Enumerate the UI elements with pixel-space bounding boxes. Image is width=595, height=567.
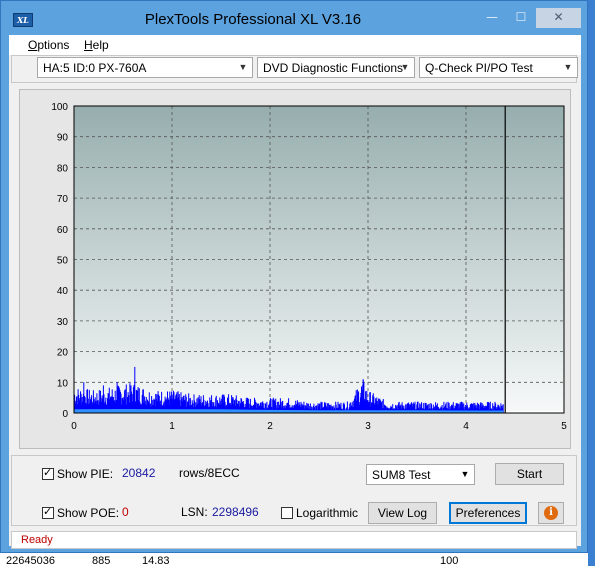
x-tick-label: 1 xyxy=(169,421,175,432)
chevron-down-icon: ▼ xyxy=(563,62,573,72)
show-pie-checkbox[interactable] xyxy=(42,466,54,480)
function-select-value: DVD Diagnostic Functions xyxy=(263,61,404,75)
y-tick-label: 0 xyxy=(62,409,68,420)
controls-panel: Show PIE: 20842 rows/8ECC SUM8 Test ▼ St… xyxy=(11,455,577,526)
status-text: Ready xyxy=(21,534,53,546)
lsn-label: LSN: xyxy=(181,505,208,519)
chevron-down-icon: ▼ xyxy=(238,62,248,72)
menu-options-label: ptions xyxy=(37,38,70,52)
menu-help-label: elp xyxy=(92,38,109,52)
client-area: Options Help HA:5 ID:0 PX-760A ▼ DVD Dia… xyxy=(9,35,581,549)
function-select[interactable]: DVD Diagnostic Functions ▼ xyxy=(257,57,415,78)
drive-select[interactable]: HA:5 ID:0 PX-760A ▼ xyxy=(37,57,253,78)
y-tick-label: 20 xyxy=(57,348,69,359)
background-cell: 100 xyxy=(440,555,459,567)
background-cell: 22645036 xyxy=(6,555,55,567)
info-button[interactable]: i xyxy=(538,502,564,524)
lsn-value: 2298496 xyxy=(212,505,259,519)
sum-test-select-value: SUM8 Test xyxy=(372,468,431,482)
x-tick-label: 5 xyxy=(561,421,567,432)
menu-options[interactable]: Options xyxy=(28,38,69,52)
menu-options-accel: O xyxy=(28,38,38,52)
pie-unit-label: rows/8ECC xyxy=(179,466,240,480)
show-poe-label: Show POE: xyxy=(57,506,120,520)
x-tick-label: 0 xyxy=(71,421,77,432)
test-select[interactable]: Q-Check PI/PO Test ▼ xyxy=(419,57,578,78)
preferences-button[interactable]: Preferences xyxy=(449,502,527,524)
view-log-button[interactable]: View Log xyxy=(368,502,437,524)
drive-select-value: HA:5 ID:0 PX-760A xyxy=(43,61,147,75)
chart-frame: 0 10 20 30 40 50 60 70 80 90 100 0 1 2 3 4 5 xyxy=(19,89,571,449)
y-tick-label: 10 xyxy=(57,378,69,389)
y-tick-label: 70 xyxy=(57,194,69,205)
minimize-button[interactable]: — xyxy=(478,8,506,28)
y-tick-label: 40 xyxy=(57,286,69,297)
start-button[interactable]: Start xyxy=(495,463,564,485)
title-bar[interactable]: XL PlexTools Professional XL V3.16 — ☐ ✕ xyxy=(1,1,587,35)
y-tick-label: 100 xyxy=(51,102,68,113)
x-tick-label: 2 xyxy=(267,421,273,432)
app-window: XL PlexTools Professional XL V3.16 — ☐ ✕… xyxy=(0,0,588,553)
sum-test-select[interactable]: SUM8 Test ▼ xyxy=(366,464,475,485)
close-button[interactable]: ✕ xyxy=(536,8,581,28)
poe-count-value: 0 xyxy=(122,505,129,519)
show-pie-label: Show PIE: xyxy=(57,467,114,481)
background-window-row: 22645036 885 14.83 100 xyxy=(0,553,595,567)
y-tick-label: 80 xyxy=(57,163,69,174)
background-cell: 14.83 xyxy=(142,555,170,567)
status-bar: Ready xyxy=(11,531,577,549)
background-cell: 885 xyxy=(92,555,111,567)
x-tick-label: 3 xyxy=(365,421,371,432)
x-tick-label: 4 xyxy=(463,421,469,432)
logarithmic-checkbox[interactable] xyxy=(281,507,293,519)
y-tick-label: 50 xyxy=(57,256,69,267)
y-tick-label: 90 xyxy=(57,133,69,144)
y-tick-label: 60 xyxy=(57,225,69,236)
maximize-button[interactable]: ☐ xyxy=(507,8,535,28)
pi-po-chart: 0 10 20 30 40 50 60 70 80 90 100 0 1 2 3 4 5 xyxy=(51,102,567,432)
pie-count-value: 20842 xyxy=(122,466,156,480)
test-select-value: Q-Check PI/PO Test xyxy=(425,61,533,75)
window-title: PlexTools Professional XL V3.16 xyxy=(144,11,362,28)
desktop-background xyxy=(588,0,595,566)
info-icon: i xyxy=(544,506,558,520)
show-poe-checkbox[interactable] xyxy=(42,505,54,519)
chevron-down-icon: ▼ xyxy=(460,469,470,479)
y-tick-label: 30 xyxy=(57,317,69,328)
menu-help[interactable]: Help xyxy=(84,38,109,52)
logarithmic-label: Logarithmic xyxy=(296,506,359,520)
menu-bar: Options Help xyxy=(9,35,581,55)
chevron-down-icon: ▼ xyxy=(400,62,410,72)
menu-help-accel: H xyxy=(84,38,93,52)
